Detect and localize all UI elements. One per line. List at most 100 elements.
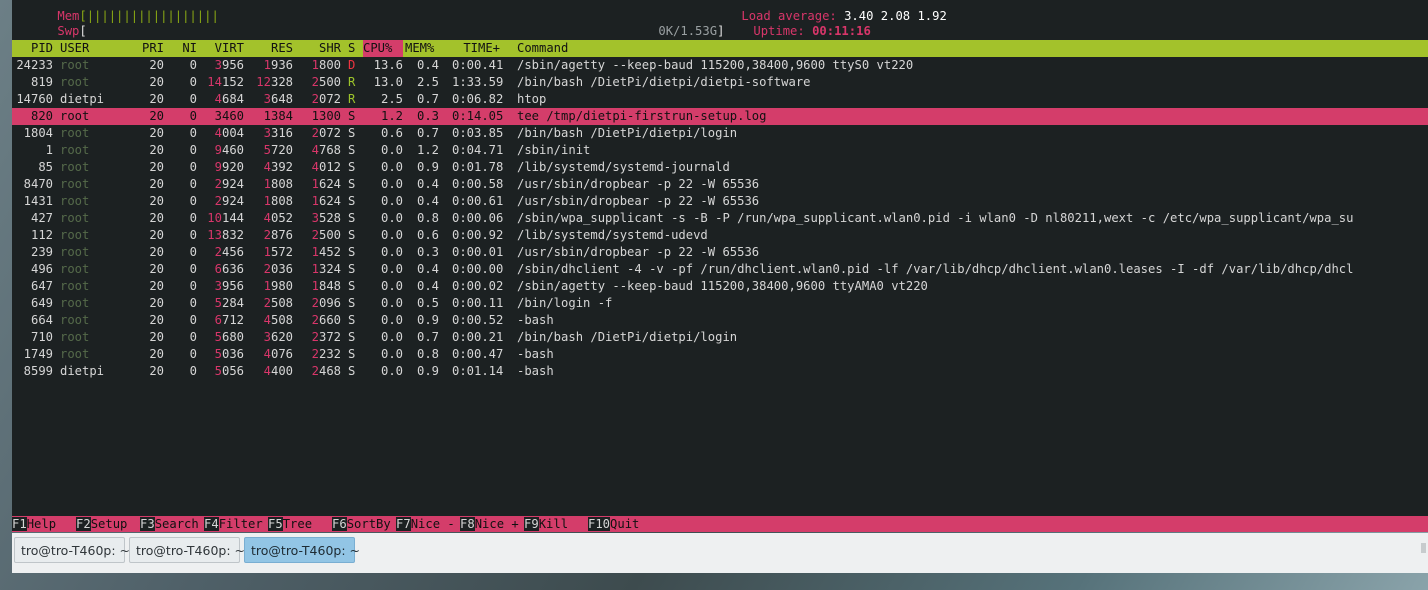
cell-pid: 1 [45, 143, 53, 157]
col-pri[interactable]: PRI [130, 40, 164, 57]
terminal-tab-1[interactable]: tro@tro-T460p: ~ [14, 537, 130, 563]
cell-ni: 0 [189, 262, 197, 276]
cell-ni: 0 [189, 347, 197, 361]
col-cpu-sorted[interactable]: CPU% [363, 40, 403, 57]
fkey-kill[interactable]: F9Kill [524, 516, 568, 532]
cell-pri: 20 [149, 58, 164, 72]
table-row[interactable]: 496 root 20 0 6636 2036 1324 S 0.0 0.4 0:00.00/sbi… [12, 261, 1428, 278]
fkey-help[interactable]: F1Help [12, 516, 56, 532]
cell-virt-value: 680 [221, 330, 244, 344]
cell-virt: 9460 [202, 142, 244, 159]
cell-cpu: 0.0 [380, 279, 403, 293]
col-pid[interactable]: PID [12, 40, 53, 57]
cell-s: R [348, 92, 356, 106]
col-virt[interactable]: VIRT [202, 40, 244, 57]
cell-virt: 5036 [202, 346, 244, 363]
cell-ni: 0 [189, 177, 197, 191]
table-row-selected[interactable]: 820 root 20 0 3460 1384 1300 S 1.2 0.3 0:14.05 tee … [12, 108, 1428, 125]
table-row[interactable]: 649 root 20 0 5284 2508 2096 S 0.0 0.5 0:00.11/bin… [12, 295, 1428, 312]
cell-time: 0:00.58 [452, 177, 504, 191]
table-row[interactable]: 647 root 20 0 3956 1980 1848 S 0.0 0.4 0:00.02/sbi… [12, 278, 1428, 295]
cell-res-highlight: 1 [263, 194, 271, 208]
cell-mem: 0.4 [416, 262, 439, 276]
cell-shr: 2096 [298, 295, 341, 312]
cell-shr: 2072 [298, 91, 341, 108]
cell-command: /bin/bash /DietPi/dietpi/login [517, 126, 738, 140]
cell-virt-value: 036 [221, 347, 244, 361]
table-row[interactable]: 427 root 20 0 10144 4052 3528 S 0.0 0.8 0:00.06/sb… [12, 210, 1428, 227]
cell-command: /lib/systemd/systemd-journald [517, 160, 730, 174]
cell-mem: 0.3 [416, 245, 439, 259]
table-row[interactable]: 112 root 20 0 13832 2876 2500 S 0.0 0.6 0:00.92/li… [12, 227, 1428, 244]
swp-open: [ [79, 24, 87, 38]
cell-virt: 9920 [202, 159, 244, 176]
table-row[interactable]: 14760 dietpi 20 0 4684 3648 2072 R 2.5 0.7 0:06.82… [12, 91, 1428, 108]
cell-res-highlight: 1 [263, 279, 271, 293]
col-res[interactable]: RES [250, 40, 293, 57]
cell-command: /sbin/wpa_supplicant -s -B -P /run/wpa_s… [517, 211, 1354, 225]
cell-res-value: 036 [270, 262, 293, 276]
cell-shr-highlight: 1 [311, 58, 319, 72]
cell-virt-highlight: 10 [207, 211, 222, 225]
col-command[interactable]: Command [517, 40, 568, 57]
fkey-filter[interactable]: F4Filter [204, 516, 263, 532]
cell-cpu: 0.6 [380, 126, 403, 140]
fkey-search[interactable]: F3Search [140, 516, 199, 532]
cell-mem: 0.8 [416, 347, 439, 361]
cell-virt-highlight: 6 [214, 262, 222, 276]
table-row[interactable]: 8599 dietpi 20 0 5056 4400 2468 S 0.0 0.9 0:01.14-… [12, 363, 1428, 380]
fkey-quit[interactable]: F10Quit [588, 516, 639, 532]
col-user[interactable]: USER [60, 40, 89, 57]
fkey-nice-plus[interactable]: F8Nice + [460, 516, 519, 532]
table-row[interactable]: 819 root 20 0 14152 12328 2500 R 13.0 2.5 1:33.59 /… [12, 74, 1428, 91]
swp-value-line: 0K/1.53G] [629, 6, 724, 38]
fkey-nice-minus[interactable]: F7Nice - [396, 516, 455, 532]
cell-shr-highlight: 1 [311, 279, 319, 293]
cell-user: root [60, 143, 90, 157]
table-row[interactable]: 1431 root 20 0 2924 1808 1624 S 0.0 0.4 0:00.61/us… [12, 193, 1428, 210]
cell-shr-value: 624 [318, 194, 341, 208]
cell-s: D [348, 58, 356, 72]
cell-shr-value: 528 [318, 211, 341, 225]
cell-virt: 3460 [202, 108, 244, 125]
cell-pri: 20 [149, 75, 164, 89]
col-shr[interactable]: SHR [298, 40, 341, 57]
cell-shr-highlight: 1 [311, 194, 319, 208]
table-row[interactable]: 1 root 20 0 9460 5720 4768 S 0.0 1.2 0:04.71/sbin/… [12, 142, 1428, 159]
terminal-tab-2[interactable]: tro@tro-T460p: ~ [129, 537, 245, 563]
tab-scroll-handle[interactable] [1421, 543, 1426, 553]
cell-res-highlight: 4 [263, 313, 271, 327]
htop-terminal[interactable]: Mem[|||||||||||||||||| Load average: 3.4… [12, 0, 1428, 532]
cell-res: 3648 [250, 91, 293, 108]
fkey-setup[interactable]: F2Setup [76, 516, 127, 532]
col-mem[interactable]: MEM% [405, 40, 434, 57]
table-row[interactable]: 1749 root 20 0 5036 4076 2232 S 0.0 0.8 0:00.47 -ba… [12, 346, 1428, 363]
cell-time: 0:00.61 [452, 194, 504, 208]
table-row[interactable]: 24233 root 20 0 3956 1936 1800 D 13.6 0.4 0:00.41/… [12, 57, 1428, 74]
col-state[interactable]: S [348, 40, 355, 57]
cell-s: S [348, 364, 356, 378]
col-time[interactable]: TIME+ [452, 40, 500, 57]
terminal-tab-3-active[interactable]: tro@tro-T460p: ~ [244, 537, 360, 563]
table-row[interactable]: 664 root 20 0 6712 4508 2660 S 0.0 0.9 0:00.52 -bas… [12, 312, 1428, 329]
cell-virt-highlight: 5 [214, 364, 222, 378]
cell-virt: 3956 [202, 278, 244, 295]
cell-shr-highlight: 2 [311, 296, 319, 310]
cell-s: S [348, 262, 356, 276]
cell-pid: 427 [30, 211, 53, 225]
cell-virt-value: 924 [221, 194, 244, 208]
fkey-tree[interactable]: F5Tree [268, 516, 312, 532]
cell-shr-value: 624 [318, 177, 341, 191]
table-row[interactable]: 710 root 20 0 5680 3620 2372 S 0.0 0.7 0:00.21/bin… [12, 329, 1428, 346]
table-row[interactable]: 239 root 20 0 2456 1572 1452 S 0.0 0.3 0:00.01/usr… [12, 244, 1428, 261]
col-ni[interactable]: NI [172, 40, 197, 57]
cell-shr: 1324 [298, 261, 341, 278]
table-row[interactable]: 85 root 20 0 9920 4392 4012 S 0.0 0.9 0:01.78/lib/… [12, 159, 1428, 176]
cell-cpu: 0.0 [380, 143, 403, 157]
cell-pri: 20 [149, 228, 164, 242]
table-row[interactable]: 8470 root 20 0 2924 1808 1624 S 0.0 0.4 0:00.58/us… [12, 176, 1428, 193]
cell-virt-highlight: 9 [214, 160, 222, 174]
cell-shr: 4012 [298, 159, 341, 176]
fkey-sortby[interactable]: F6SortBy [332, 516, 391, 532]
table-row[interactable]: 1804 root 20 0 4004 3316 2072 S 0.6 0.7 0:03.85/bi… [12, 125, 1428, 142]
